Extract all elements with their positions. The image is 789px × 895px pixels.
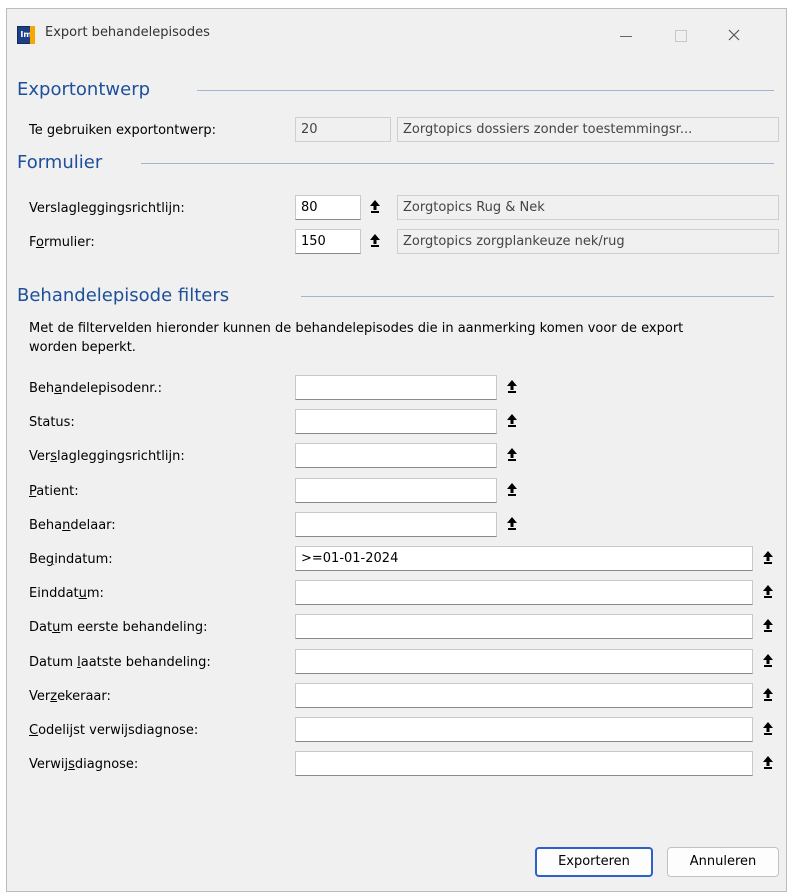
form-label: Formulier: <box>29 235 95 250</box>
filter-label: Datum eerste behandeling: <box>29 620 208 635</box>
export-design-name-field: Zorgtopics dossiers zonder toestemmingsr… <box>397 117 779 142</box>
lookup-arrow-icon[interactable] <box>758 683 778 707</box>
title-bar: Im Export behandelepisodes <box>7 9 786 59</box>
lookup-arrow-icon[interactable] <box>365 195 385 219</box>
filter-label: Verslagleggingsrichtlijn: <box>29 449 185 464</box>
export-button[interactable]: Exporteren <box>535 847 653 877</box>
filter-label: Verzekeraar: <box>29 689 111 704</box>
filter-input[interactable]: >=01-01-2024 <box>295 546 753 571</box>
maximize-icon[interactable] <box>658 19 702 51</box>
lookup-arrow-icon[interactable] <box>758 649 778 673</box>
lookup-arrow-icon[interactable] <box>502 375 522 399</box>
filters-description: Met de filtervelden hieronder kunnen de … <box>29 321 684 355</box>
section-divider <box>197 90 774 91</box>
filter-label: Einddatum: <box>29 586 104 601</box>
section-title: Exportontwerp <box>17 79 151 100</box>
lookup-arrow-icon[interactable] <box>758 717 778 741</box>
filter-input[interactable] <box>295 649 753 674</box>
filter-input[interactable] <box>295 375 497 400</box>
section-title: Behandelepisode filters <box>17 285 230 306</box>
filter-input[interactable] <box>295 409 497 434</box>
guideline-label: Verslagleggingsrichtlijn: <box>29 201 185 216</box>
filter-label: Codelijst verwijsdiagnose: <box>29 723 199 738</box>
app-icon: Im <box>17 26 35 44</box>
lookup-arrow-icon[interactable] <box>758 546 778 570</box>
section-form: Formulier <box>17 152 777 174</box>
lookup-arrow-icon[interactable] <box>758 751 778 775</box>
filter-label: Status: <box>29 415 75 430</box>
lookup-arrow-icon[interactable] <box>365 229 385 253</box>
lookup-arrow-icon[interactable] <box>502 478 522 502</box>
filter-label: Datum laatste behandeling: <box>29 655 211 670</box>
section-export-design: Exportontwerp <box>17 79 777 101</box>
filter-label: Verwijsdiagnose: <box>29 757 139 772</box>
section-divider <box>141 163 774 164</box>
minimize-icon[interactable] <box>604 19 648 51</box>
filter-input[interactable] <box>295 512 497 537</box>
export-design-label: Te gebruiken exportontwerp: <box>29 123 217 138</box>
filter-input[interactable] <box>295 717 753 742</box>
export-dialog: Im Export behandelepisodes Exportontwerp… <box>6 8 787 892</box>
filter-label: Behandelaar: <box>29 518 116 533</box>
form-code-input[interactable]: 150 <box>295 229 361 254</box>
guideline-code-input[interactable]: 80 <box>295 195 361 220</box>
filter-label: Begindatum: <box>29 552 113 567</box>
window-title: Export behandelepisodes <box>45 25 210 40</box>
close-icon[interactable] <box>712 19 756 51</box>
filter-label: Patient: <box>29 484 79 499</box>
section-divider <box>301 296 774 297</box>
filter-input[interactable] <box>295 478 497 503</box>
lookup-arrow-icon[interactable] <box>758 580 778 604</box>
cancel-button[interactable]: Annuleren <box>667 847 779 877</box>
lookup-arrow-icon[interactable] <box>502 512 522 536</box>
lookup-arrow-icon[interactable] <box>502 409 522 433</box>
export-design-code-field: 20 <box>295 117 391 142</box>
filter-input[interactable] <box>295 443 497 468</box>
filter-input[interactable] <box>295 580 753 605</box>
guideline-name-field: Zorgtopics Rug & Nek <box>397 195 779 220</box>
filter-input[interactable] <box>295 614 753 639</box>
section-title: Formulier <box>17 152 103 173</box>
form-name-field: Zorgtopics zorgplankeuze nek/rug <box>397 229 779 254</box>
filter-input[interactable] <box>295 751 753 776</box>
filter-label: Behandelepisodenr.: <box>29 381 162 396</box>
section-filters: Behandelepisode filters <box>17 285 777 307</box>
filter-input[interactable] <box>295 683 753 708</box>
lookup-arrow-icon[interactable] <box>758 614 778 638</box>
lookup-arrow-icon[interactable] <box>502 443 522 467</box>
